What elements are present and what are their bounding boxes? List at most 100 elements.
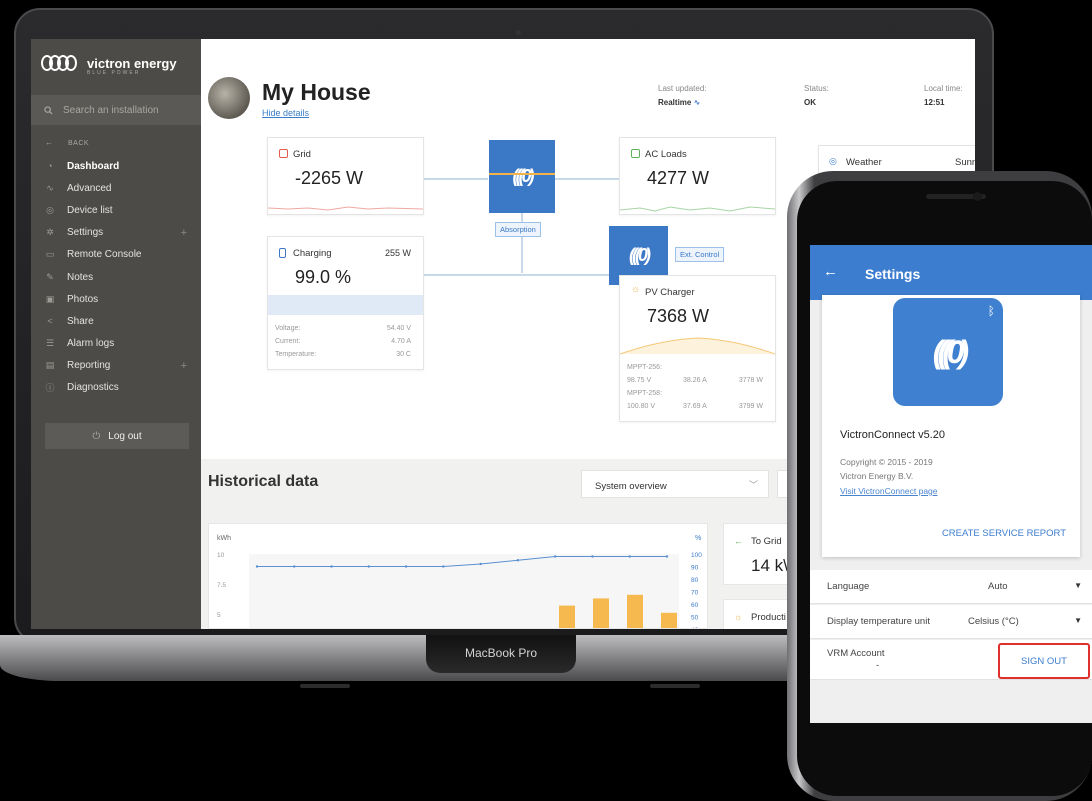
temp-unit-value: Celsius (°C) xyxy=(968,616,1019,627)
sidebar-item-remote-console[interactable]: ▭ Remote Console xyxy=(31,244,201,266)
company: Victron Energy B.V. xyxy=(840,471,914,481)
pv-charger-card[interactable]: ☼ PV Charger 7368 W MPPT-256: 98.75 V 38.… xyxy=(619,275,776,422)
weather-value: Sunny xyxy=(955,157,975,168)
monitor-icon: ▭ xyxy=(45,249,55,260)
battery-soc-fill xyxy=(268,295,423,315)
sidebar-item-label: Dashboard xyxy=(67,160,120,172)
sidebar-item-device-list[interactable]: ◎ Device list xyxy=(31,199,201,221)
hide-details-link[interactable]: Hide details xyxy=(262,108,309,118)
battery-card[interactable]: Charging 255 W 99.0 % Voltage: 54.40 V Cu… xyxy=(267,236,424,370)
chart-bar xyxy=(559,605,575,628)
last-updated: Last updated: Realtime ∿ xyxy=(658,84,706,107)
brand-name: victron energy xyxy=(87,55,177,71)
report-icon: ▤ xyxy=(45,360,55,371)
laptop-camera xyxy=(516,30,521,35)
flow-wire xyxy=(423,274,609,276)
back-arrow-icon: ← xyxy=(45,138,53,147)
sun-icon: ☼ xyxy=(631,284,641,295)
grid-icon xyxy=(279,149,288,158)
app-logo: (((0) ᛒ xyxy=(893,298,1003,406)
grid-card[interactable]: Grid -2265 W xyxy=(267,137,424,215)
ac-loads-value: 4277 W xyxy=(647,168,710,188)
pv-title: PV Charger xyxy=(645,287,695,298)
soc-point xyxy=(442,565,445,568)
sidebar-item-label: Alarm logs xyxy=(67,338,115,350)
mppt-258-name: MPPT-258: xyxy=(627,390,663,397)
temp-unit-row[interactable]: Display temperature unit Celsius (°C) ▼ xyxy=(810,605,1092,639)
battery-soc: 99.0 % xyxy=(295,267,352,287)
battery-title: Charging xyxy=(293,248,332,259)
y-tick-label: 10 xyxy=(217,552,225,559)
soc-point xyxy=(293,565,296,568)
status-value: OK xyxy=(804,98,816,107)
create-service-report-button[interactable]: CREATE SERVICE REPORT xyxy=(942,528,1066,539)
back-arrow-icon[interactable]: ← xyxy=(823,263,838,280)
sidebar-item-alarm-logs[interactable]: ☰ Alarm logs xyxy=(31,333,201,355)
sidebar-item-label: Notes xyxy=(67,271,94,283)
sidebar-nav: ◔ Dashboard ∿ Advanced ◎ Device list ✲ Setti… xyxy=(31,155,201,399)
sidebar-item-share[interactable]: < Share xyxy=(31,310,201,332)
battery-power: 255 W xyxy=(384,248,411,258)
sidebar-item-photos[interactable]: ▣ Photos xyxy=(31,288,201,310)
y2-tick-label: 80 xyxy=(691,577,699,584)
chart-bar xyxy=(661,612,677,628)
laptop-label: MacBook Pro xyxy=(464,646,538,660)
gauge-icon: ◔ xyxy=(47,161,53,172)
victron-logo-icon xyxy=(41,53,81,73)
ac-loads-card[interactable]: AC Loads 4277 W xyxy=(619,137,776,215)
logout-button[interactable]: ⏻ Log out xyxy=(45,423,189,449)
sidebar-item-settings[interactable]: ✲ Settings + xyxy=(31,222,201,244)
flow-wire xyxy=(423,178,488,180)
sidebar-item-advanced[interactable]: ∿ Advanced xyxy=(31,177,201,199)
search-icon xyxy=(44,105,53,115)
realtime-wave-icon: ∿ xyxy=(693,98,701,107)
inverter-charger[interactable]: (((0) xyxy=(489,140,555,213)
sidebar-item-label: Reporting xyxy=(67,360,111,372)
y2-axis-label: % xyxy=(695,535,701,542)
search-input[interactable]: Search an installation xyxy=(31,95,201,125)
ext-control-tag: Ext. Control xyxy=(675,247,725,262)
chevron-down-icon: ﹀ xyxy=(748,480,758,490)
sidebar-item-notes[interactable]: ✎ Notes xyxy=(31,266,201,288)
grid-sparkline xyxy=(268,206,423,211)
expand-plus-icon: + xyxy=(180,226,187,239)
sidebar-item-label: Settings xyxy=(67,227,104,239)
language-row[interactable]: Language Auto ▼ xyxy=(810,570,1092,604)
battery-current-row: Current: 4.70 A xyxy=(275,338,411,345)
sidebar-item-label: Remote Console xyxy=(67,249,142,261)
overview-select-value: System overview xyxy=(595,481,667,492)
search-placeholder: Search an installation xyxy=(63,104,159,116)
mppt-258-row: 100.80 V 37.69 A 3799 W xyxy=(627,403,763,410)
laptop-foot xyxy=(300,684,350,688)
phone-screen: ← Settings (((0) ᛒ VictronConnect v5.20 … xyxy=(810,245,1092,723)
soc-point xyxy=(367,565,371,568)
y2-tick-label: 60 xyxy=(691,602,699,609)
logout-label: Log out xyxy=(108,430,142,442)
sidebar-item-reporting[interactable]: ▤ Reporting + xyxy=(31,355,201,377)
visit-page-link[interactable]: Visit VictronConnect page xyxy=(840,486,938,496)
sidebar-item-diagnostics[interactable]: ⓘ Diagnostics xyxy=(31,377,201,399)
historical-title: Historical data xyxy=(208,473,319,490)
y2-tick-label: 50 xyxy=(691,615,699,622)
soc-point xyxy=(330,565,333,568)
ac-loads-sparkline xyxy=(620,206,775,212)
pv-value: 7368 W xyxy=(647,306,710,326)
back-link[interactable]: BACK xyxy=(68,140,89,147)
victron-logo-icon: (((0) xyxy=(629,245,651,265)
installation-avatar xyxy=(208,77,250,119)
weather-title: Weather xyxy=(846,157,882,168)
last-updated-label: Last updated: xyxy=(658,84,707,93)
battery-voltage-row: Voltage: 54.40 V xyxy=(275,325,411,332)
y2-tick-label: 100 xyxy=(691,552,702,559)
expand-plus-icon: + xyxy=(180,359,187,372)
overview-select[interactable]: System overview ﹀ xyxy=(581,470,769,498)
sign-out-button[interactable]: SIGN OUT xyxy=(998,643,1090,679)
y-tick-label: 7.5 xyxy=(217,582,226,589)
soc-point xyxy=(516,559,520,562)
y2-tick-label: 90 xyxy=(691,565,699,572)
local-time: Local time: 12:51 xyxy=(924,84,963,107)
sidebar-item-dashboard[interactable]: ◔ Dashboard xyxy=(31,155,201,177)
page-title: My House xyxy=(262,79,371,105)
soc-point xyxy=(553,555,557,558)
soc-point xyxy=(404,565,408,568)
